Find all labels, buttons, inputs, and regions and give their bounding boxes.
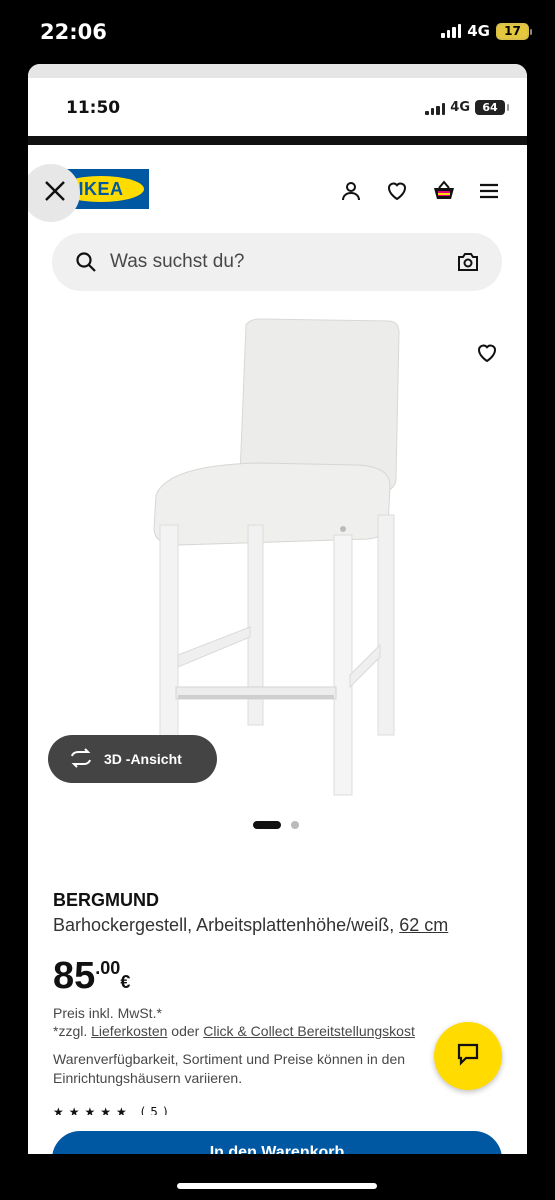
- search-placeholder: Was suchst du?: [110, 251, 245, 272]
- chat-button[interactable]: [434, 1022, 502, 1090]
- image-pagination: [253, 821, 299, 829]
- signal-icon: [425, 101, 446, 115]
- rotate-3d-icon: [68, 747, 94, 771]
- signal-icon: [441, 24, 462, 38]
- inner-status-time: 11:50: [66, 98, 121, 118]
- pagination-dot[interactable]: [291, 821, 299, 829]
- availability-note: Warenverfügbarkeit, Sortiment und Preise…: [53, 1051, 406, 1086]
- battery-icon: 64: [475, 100, 509, 115]
- shipping-cost-link[interactable]: Lieferkosten: [91, 1023, 167, 1039]
- browser-sheet: 11:50 4G 64 IKEA Was suchst du? 3D -Ansi…: [28, 64, 527, 1154]
- product-page: IKEA Was suchst du? 3D -Ansicht BERGMUND…: [28, 145, 527, 1154]
- product-image[interactable]: [28, 315, 527, 805]
- vat-note: Preis inkl. MwSt.*: [53, 1005, 162, 1021]
- product-description: Barhockergestell, Arbeitsplattenhöhe/wei…: [53, 915, 449, 935]
- search-input[interactable]: Was suchst du?: [52, 233, 502, 291]
- home-indicator[interactable]: [177, 1183, 377, 1189]
- product-price: 85.00€: [53, 955, 131, 997]
- rating-count: (5): [140, 1105, 173, 1115]
- pagination-dot-active[interactable]: [253, 821, 281, 829]
- chat-icon: [455, 1041, 481, 1072]
- cart-icon[interactable]: [431, 179, 455, 203]
- search-icon: [75, 251, 97, 278]
- network-label: 4G: [450, 100, 470, 115]
- rating[interactable]: ★★★★★ (5): [53, 1105, 173, 1115]
- camera-icon[interactable]: [456, 251, 480, 278]
- product-name: BERGMUND: [53, 890, 159, 910]
- site-header: IKEA: [28, 145, 527, 225]
- status-time: 22:06: [40, 20, 107, 44]
- device-status-bar: 22:06 4G 17: [0, 0, 555, 66]
- shipping-note: *zzgl. Lieferkosten oder Click & Collect…: [53, 1023, 415, 1039]
- inner-status-bar: 11:50 4G 64: [28, 78, 527, 136]
- view-3d-label: 3D -Ansicht: [104, 751, 182, 767]
- battery-icon: 17: [496, 22, 532, 40]
- add-to-cart-button[interactable]: In den Warenkorb: [52, 1131, 502, 1154]
- rating-stars: ★★★★★: [53, 1105, 132, 1115]
- close-icon: [35, 179, 67, 208]
- size-link[interactable]: 62 cm: [399, 915, 448, 935]
- image-favorite-icon[interactable]: [475, 341, 499, 370]
- menu-icon[interactable]: [477, 179, 501, 203]
- network-label: 4G: [467, 22, 490, 40]
- click-collect-link[interactable]: Click & Collect Bereitstellungskost: [203, 1023, 415, 1039]
- heart-icon[interactable]: [385, 179, 409, 203]
- view-3d-button[interactable]: 3D -Ansicht: [48, 735, 217, 783]
- bar-stool-image: [28, 315, 527, 805]
- profile-icon[interactable]: [339, 179, 363, 203]
